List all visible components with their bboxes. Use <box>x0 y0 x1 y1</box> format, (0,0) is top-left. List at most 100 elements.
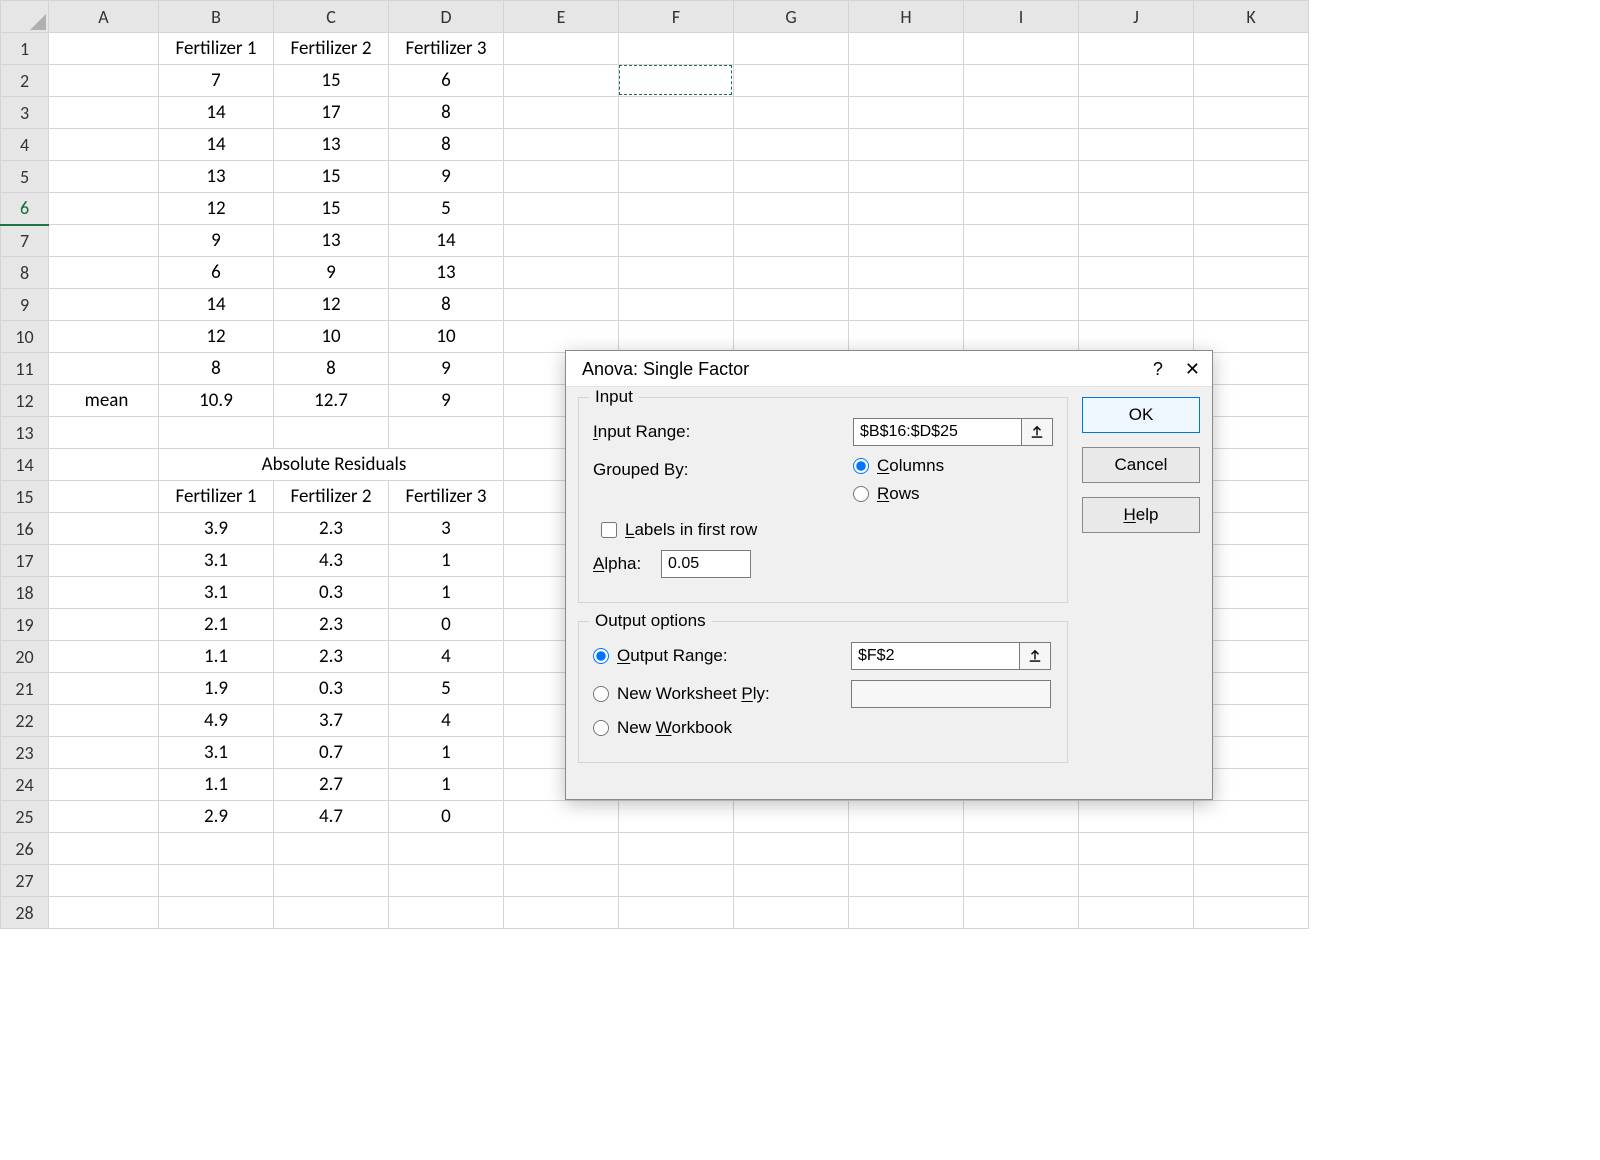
cell-C8[interactable]: 9 <box>274 257 389 289</box>
cell-B26[interactable] <box>159 833 274 865</box>
col-header-G[interactable]: G <box>734 1 849 33</box>
cell-J4[interactable] <box>1079 129 1194 161</box>
row-header-19[interactable]: 19 <box>1 609 49 641</box>
row-header-18[interactable]: 18 <box>1 577 49 609</box>
cell-D2[interactable]: 6 <box>389 65 504 97</box>
row-header-8[interactable]: 8 <box>1 257 49 289</box>
cell-C16[interactable]: 2.3 <box>274 513 389 545</box>
cell-C15[interactable]: Fertilizer 2 <box>274 481 389 513</box>
cell-A15[interactable] <box>49 481 159 513</box>
cell-B4[interactable]: 14 <box>159 129 274 161</box>
cell-C28[interactable] <box>274 897 389 929</box>
row-header-1[interactable]: 1 <box>1 33 49 65</box>
cell-D11[interactable]: 9 <box>389 353 504 385</box>
collapse-range-icon[interactable] <box>1019 642 1051 670</box>
cell-D13[interactable] <box>389 417 504 449</box>
cell-C10[interactable]: 10 <box>274 321 389 353</box>
row-header-28[interactable]: 28 <box>1 897 49 929</box>
row-header-25[interactable]: 25 <box>1 801 49 833</box>
close-icon[interactable]: ✕ <box>1185 359 1200 380</box>
cell-A7[interactable] <box>49 225 159 257</box>
cell-D3[interactable]: 8 <box>389 97 504 129</box>
row-header-14[interactable]: 14 <box>1 449 49 481</box>
cell-E28[interactable] <box>504 897 619 929</box>
cell-A3[interactable] <box>49 97 159 129</box>
cell-C24[interactable]: 2.7 <box>274 769 389 801</box>
cell-H8[interactable] <box>849 257 964 289</box>
cell-D18[interactable]: 1 <box>389 577 504 609</box>
cell-A10[interactable] <box>49 321 159 353</box>
cell-J27[interactable] <box>1079 865 1194 897</box>
cell-C27[interactable] <box>274 865 389 897</box>
cell-H28[interactable] <box>849 897 964 929</box>
cell-I28[interactable] <box>964 897 1079 929</box>
cell-H9[interactable] <box>849 289 964 321</box>
cell-J9[interactable] <box>1079 289 1194 321</box>
cell-G1[interactable] <box>734 33 849 65</box>
cell-F28[interactable] <box>619 897 734 929</box>
cell-K8[interactable] <box>1194 257 1309 289</box>
cell-F25[interactable] <box>619 801 734 833</box>
cell-A1[interactable] <box>49 33 159 65</box>
cell-B8[interactable]: 6 <box>159 257 274 289</box>
cell-B23[interactable]: 3.1 <box>159 737 274 769</box>
cell-B13[interactable] <box>159 417 274 449</box>
row-header-26[interactable]: 26 <box>1 833 49 865</box>
row-header-13[interactable]: 13 <box>1 417 49 449</box>
cell-B28[interactable] <box>159 897 274 929</box>
cell-A24[interactable] <box>49 769 159 801</box>
cell-K26[interactable] <box>1194 833 1309 865</box>
col-header-H[interactable]: H <box>849 1 964 33</box>
cell-F9[interactable] <box>619 289 734 321</box>
cell-E2[interactable] <box>504 65 619 97</box>
cell-B9[interactable]: 14 <box>159 289 274 321</box>
cell-J2[interactable] <box>1079 65 1194 97</box>
cell-H6[interactable] <box>849 193 964 225</box>
cell-H3[interactable] <box>849 97 964 129</box>
input-range-field[interactable] <box>853 418 1021 446</box>
cell-D25[interactable]: 0 <box>389 801 504 833</box>
cell-B14[interactable]: Absolute Residuals <box>159 449 504 481</box>
cell-B16[interactable]: 3.9 <box>159 513 274 545</box>
cell-F7[interactable] <box>619 225 734 257</box>
cell-H27[interactable] <box>849 865 964 897</box>
cell-A19[interactable] <box>49 609 159 641</box>
row-header-27[interactable]: 27 <box>1 865 49 897</box>
cell-D15[interactable]: Fertilizer 3 <box>389 481 504 513</box>
cell-A22[interactable] <box>49 705 159 737</box>
cell-A17[interactable] <box>49 545 159 577</box>
cell-A25[interactable] <box>49 801 159 833</box>
cell-D10[interactable]: 10 <box>389 321 504 353</box>
cell-B7[interactable]: 9 <box>159 225 274 257</box>
cell-H5[interactable] <box>849 161 964 193</box>
cell-E1[interactable] <box>504 33 619 65</box>
cell-J5[interactable] <box>1079 161 1194 193</box>
cell-E8[interactable] <box>504 257 619 289</box>
cell-D26[interactable] <box>389 833 504 865</box>
radio-new-workbook[interactable]: New Workbook <box>593 718 732 738</box>
cell-G7[interactable] <box>734 225 849 257</box>
cell-B12[interactable]: 10.9 <box>159 385 274 417</box>
col-header-D[interactable]: D <box>389 1 504 33</box>
cell-F8[interactable] <box>619 257 734 289</box>
cell-A18[interactable] <box>49 577 159 609</box>
cell-J28[interactable] <box>1079 897 1194 929</box>
cell-G10[interactable] <box>734 321 849 353</box>
cell-D27[interactable] <box>389 865 504 897</box>
row-header-21[interactable]: 21 <box>1 673 49 705</box>
cell-A5[interactable] <box>49 161 159 193</box>
cell-C2[interactable]: 15 <box>274 65 389 97</box>
cell-J26[interactable] <box>1079 833 1194 865</box>
cell-A9[interactable] <box>49 289 159 321</box>
col-header-F[interactable]: F <box>619 1 734 33</box>
cell-A23[interactable] <box>49 737 159 769</box>
cell-I5[interactable] <box>964 161 1079 193</box>
col-header-K[interactable]: K <box>1194 1 1309 33</box>
cell-F27[interactable] <box>619 865 734 897</box>
cell-C5[interactable]: 15 <box>274 161 389 193</box>
cell-I4[interactable] <box>964 129 1079 161</box>
cell-D16[interactable]: 3 <box>389 513 504 545</box>
cell-D12[interactable]: 9 <box>389 385 504 417</box>
cell-K5[interactable] <box>1194 161 1309 193</box>
row-header-16[interactable]: 16 <box>1 513 49 545</box>
